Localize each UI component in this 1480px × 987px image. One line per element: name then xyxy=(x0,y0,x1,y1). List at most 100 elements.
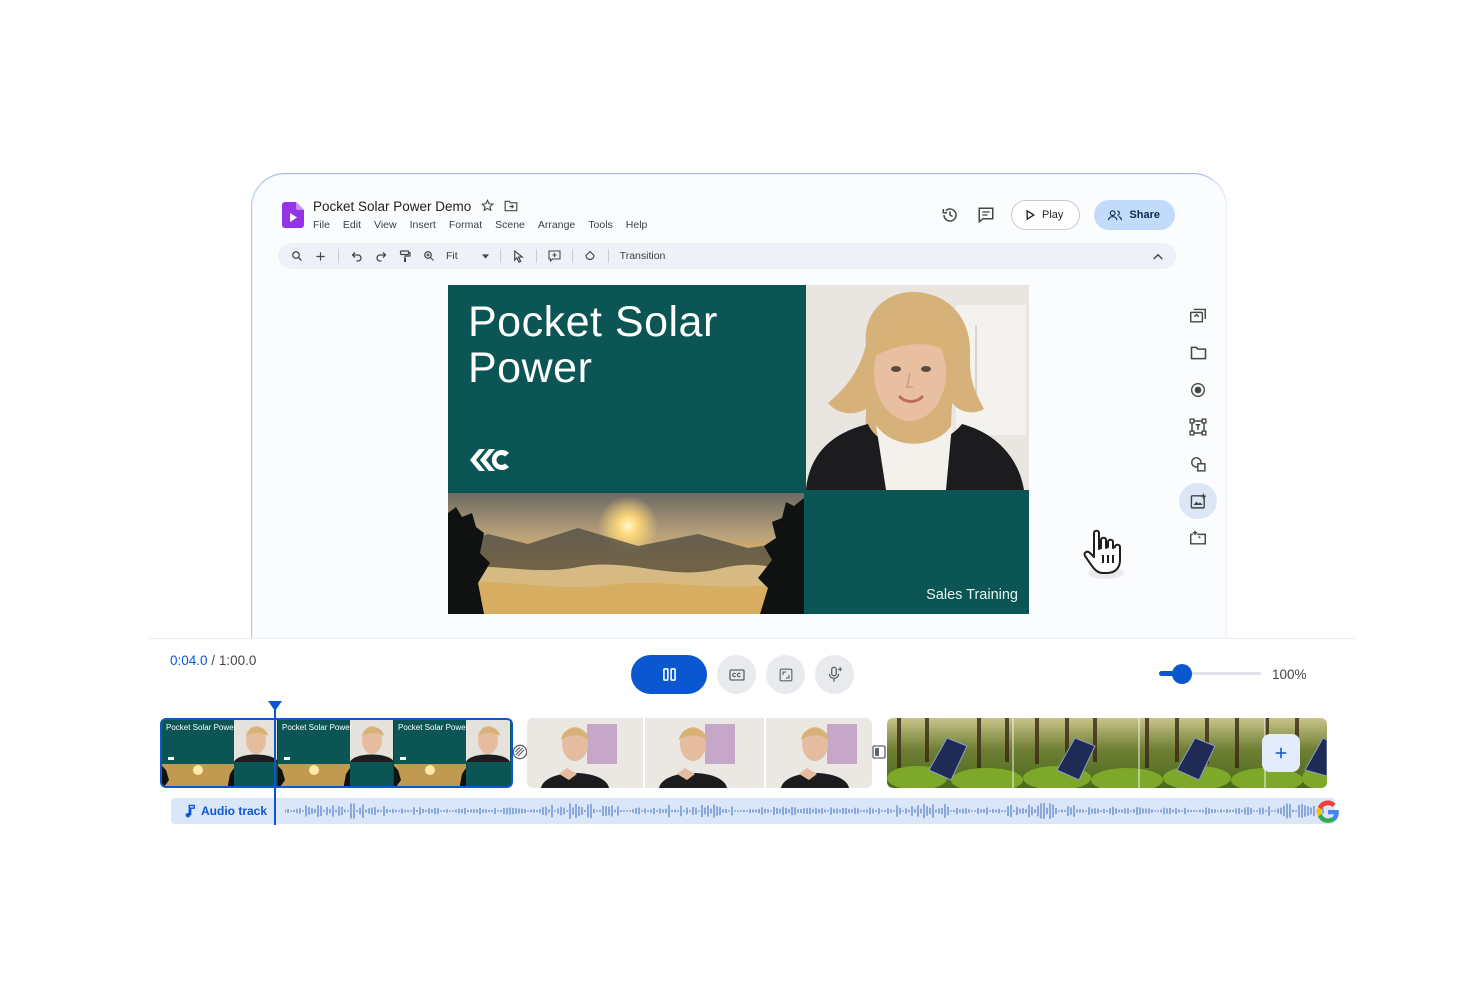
collapse-toolbar-icon[interactable] xyxy=(1151,250,1164,263)
menu-file[interactable]: File xyxy=(313,219,330,231)
title-panel[interactable]: Pocket Solar Power xyxy=(448,285,804,492)
screen-record-icon[interactable] xyxy=(1179,305,1217,327)
fullscreen-button[interactable] xyxy=(766,655,805,694)
play-label: Play xyxy=(1042,209,1064,221)
pause-icon xyxy=(662,668,676,681)
transition-handle-2[interactable] xyxy=(870,743,888,761)
menu-tools[interactable]: Tools xyxy=(588,219,613,231)
scene-clip-2[interactable] xyxy=(527,718,872,788)
captions-icon xyxy=(728,668,745,681)
toolbar-divider xyxy=(338,249,339,263)
captions-button[interactable] xyxy=(717,655,756,694)
transition-icon xyxy=(872,745,886,759)
menu-help[interactable]: Help xyxy=(626,219,648,231)
zoom-percent-label: 100% xyxy=(1272,667,1307,682)
menu-scene[interactable]: Scene xyxy=(495,219,525,231)
scene-transition-icon[interactable] xyxy=(1179,527,1217,549)
music-note-icon xyxy=(185,804,195,818)
fullscreen-icon xyxy=(779,668,792,681)
side-panel xyxy=(1179,305,1217,549)
editing-toolbar: Fit Transition xyxy=(278,243,1176,269)
hand-cursor-icon xyxy=(1083,529,1124,579)
insert-text-box-icon[interactable] xyxy=(548,250,561,263)
pause-button[interactable] xyxy=(631,655,707,694)
slide-title[interactable]: Pocket Solar Power xyxy=(468,299,718,391)
comment-icon xyxy=(978,207,994,224)
record-icon[interactable] xyxy=(1179,379,1217,401)
timeline-panel: 0:04.0 / 1:00.0 100% Pocket Solar Power … xyxy=(149,638,1355,838)
clip-frame: Pocket Solar Power xyxy=(162,720,278,786)
zoom-select-value: Fit xyxy=(446,250,458,262)
folder-icon[interactable] xyxy=(1179,342,1217,364)
scene-clip-1[interactable]: Pocket Solar Power Pocket Solar Power Po… xyxy=(160,718,513,788)
move-to-folder-icon[interactable] xyxy=(504,200,518,212)
menu-arrange[interactable]: Arrange xyxy=(538,219,575,231)
menu-bar: File Edit View Insert Format Scene Arran… xyxy=(313,219,647,231)
subtitle-panel[interactable]: Sales Training xyxy=(806,492,1029,614)
caret-down-icon xyxy=(481,253,489,259)
toolbar-divider xyxy=(499,249,501,263)
paint-format-icon[interactable] xyxy=(398,249,411,263)
search-icon[interactable] xyxy=(290,250,303,263)
clip-frame-title: Pocket Solar Power xyxy=(166,723,237,732)
transition-button[interactable]: Transition xyxy=(620,250,666,262)
share-label: Share xyxy=(1129,209,1160,221)
vids-app-logo[interactable] xyxy=(282,202,304,228)
menu-insert[interactable]: Insert xyxy=(410,219,436,231)
voiceover-icon xyxy=(828,666,842,682)
text-box-icon[interactable] xyxy=(1179,416,1217,438)
total-duration: 1:00.0 xyxy=(218,653,257,668)
media-icon[interactable] xyxy=(1179,483,1217,519)
menu-format[interactable]: Format xyxy=(449,219,482,231)
voiceover-button[interactable] xyxy=(815,655,854,694)
scene-clip-3[interactable] xyxy=(887,718,1327,788)
version-history-button[interactable] xyxy=(939,204,961,226)
slide-subtitle[interactable]: Sales Training xyxy=(926,587,1018,603)
play-button[interactable]: Play xyxy=(1011,200,1081,230)
clip-thumbnail xyxy=(887,718,1327,788)
add-scene-button[interactable] xyxy=(1262,734,1300,772)
playback-timecode: 0:04.0 / 1:00.0 xyxy=(170,653,256,668)
shapes-icon[interactable] xyxy=(1179,453,1217,475)
zoom-in-icon[interactable] xyxy=(422,250,435,263)
transport-controls xyxy=(631,655,854,694)
current-time: 0:04.0 xyxy=(170,653,208,668)
select-cursor-icon[interactable] xyxy=(512,249,525,263)
clip-frame: Pocket Solar Power xyxy=(278,720,394,786)
toolbar-divider xyxy=(535,249,537,263)
menu-edit[interactable]: Edit xyxy=(343,219,361,231)
add-icon[interactable] xyxy=(314,250,327,263)
plus-icon xyxy=(1275,747,1287,759)
clip-frame-title: Pocket Solar Power xyxy=(398,723,469,732)
toolbar-divider xyxy=(607,249,609,263)
time-separator: / xyxy=(207,653,219,668)
background-fill-icon[interactable] xyxy=(584,250,597,263)
slide-title-line: Pocket Solar xyxy=(468,298,718,346)
brand-logo-icon[interactable] xyxy=(468,447,514,473)
zoom-select[interactable]: Fit xyxy=(446,250,489,262)
comments-button[interactable] xyxy=(975,204,997,226)
slide-title-line: Power xyxy=(468,344,593,392)
transition-icon xyxy=(512,744,528,760)
audio-waveform xyxy=(285,803,1324,819)
redo-icon[interactable] xyxy=(374,250,387,263)
zoom-slider-thumb[interactable] xyxy=(1172,664,1193,684)
audio-track-name: Audio track xyxy=(201,804,268,818)
share-button[interactable]: Share xyxy=(1094,200,1175,230)
audio-track[interactable]: Audio track xyxy=(171,798,1335,824)
undo-icon[interactable] xyxy=(350,250,363,263)
document-title[interactable]: Pocket Solar Power Demo xyxy=(313,199,471,214)
presenter-video[interactable] xyxy=(806,285,1029,490)
play-icon xyxy=(1026,210,1036,220)
playhead[interactable] xyxy=(274,709,276,825)
slide-canvas[interactable]: Pocket Solar Power Sales Training xyxy=(448,285,1029,614)
clip-frame-title: Pocket Solar Power xyxy=(282,723,353,732)
clip-frame: Pocket Solar Power xyxy=(394,720,510,786)
landscape-image[interactable] xyxy=(448,493,804,614)
timeline-zoom-slider[interactable] xyxy=(1159,664,1261,684)
people-icon xyxy=(1108,209,1123,220)
google-logo-icon xyxy=(1316,800,1339,823)
menu-view[interactable]: View xyxy=(374,219,397,231)
star-icon[interactable] xyxy=(481,199,494,212)
clip-thumbnail xyxy=(527,718,872,788)
